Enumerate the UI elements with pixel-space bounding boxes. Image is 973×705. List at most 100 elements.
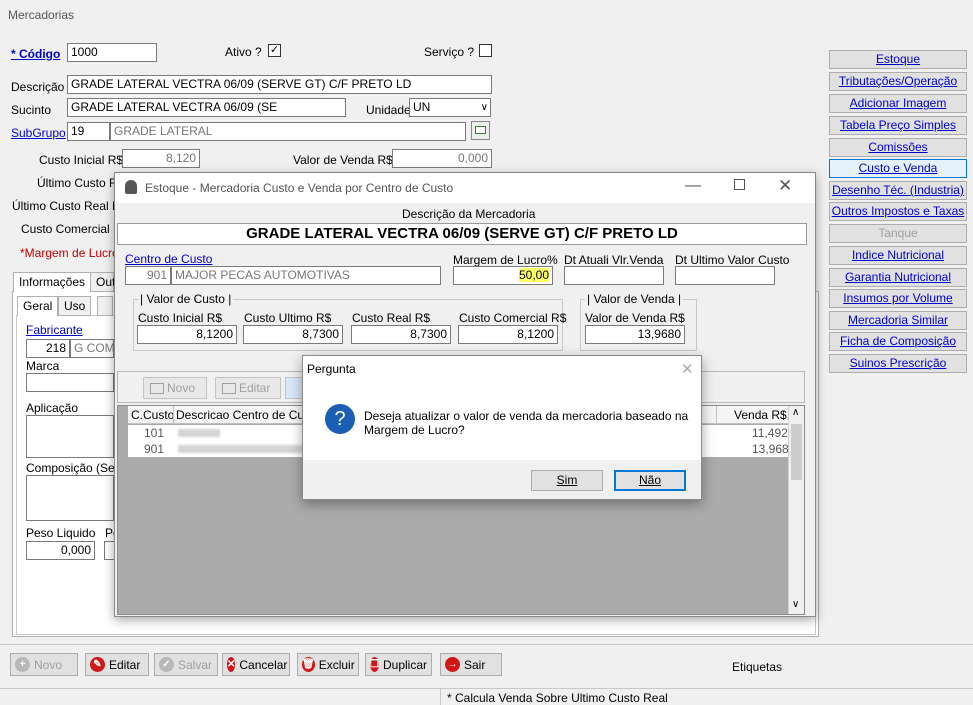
dialog-message-line1: Deseja atualizar o valor de venda da mer… (364, 409, 689, 423)
margem-input[interactable]: 50,00 (453, 266, 553, 285)
right-button-0[interactable]: Estoque (829, 50, 967, 69)
right-button-6[interactable]: Desenho Téc. (Industria) (829, 181, 967, 200)
tab-outros[interactable]: Out (90, 272, 115, 292)
custo-inicial-input[interactable]: 8,1200 (137, 325, 237, 344)
servico-checkbox[interactable] (479, 44, 492, 57)
dialog-close-icon[interactable]: ✕ (681, 360, 694, 378)
toolbar-novo-label: Novo (167, 381, 196, 395)
ultimo-custo-real-label: Último Custo Real R$ (12, 199, 128, 213)
sucinto-input[interactable]: GRADE LATERAL VECTRA 06/09 (SE (67, 98, 346, 117)
custo-inicial-field: 8,120 (122, 149, 200, 168)
centro-custo-label[interactable]: Centro de Custo (125, 252, 212, 266)
unidade-value: UN (413, 100, 431, 114)
custo-inicial-label: Custo Inicial R$ (39, 153, 124, 167)
blurred-description (178, 429, 220, 437)
toolbar-novo-button[interactable]: Novo (143, 377, 207, 399)
fabricante-label[interactable]: Fabricante (26, 323, 83, 337)
vertical-scrollbar[interactable]: ∧ ∨ (788, 406, 804, 614)
grid-header-ccusto[interactable]: C.Custo (131, 408, 174, 422)
custo-real-input[interactable]: 8,7300 (351, 325, 451, 344)
novo-label: Novo (34, 657, 63, 672)
centro-code-field: 901 (125, 266, 171, 285)
codigo-input[interactable]: 1000 (67, 43, 157, 62)
scroll-down-icon[interactable]: ∨ (792, 599, 799, 610)
codigo-label[interactable]: * Código (11, 47, 60, 61)
cancelar-label: Cancelar (239, 657, 288, 672)
plus-icon: + (15, 657, 30, 672)
right-button-1[interactable]: Tributações/Operação (829, 72, 967, 91)
custo-comercial-label: Custo Comercial R$ (21, 222, 129, 236)
tab-informacoes[interactable]: Informações (13, 272, 92, 292)
dt-ultimo-label: Dt Ultimo Valor Custo (675, 253, 790, 267)
sim-button[interactable]: Sim (531, 470, 603, 491)
ativo-checkbox[interactable]: ✓ (268, 44, 281, 57)
person-icon (125, 180, 137, 194)
toolbar-editar-button[interactable]: Editar (215, 377, 281, 399)
sair-button[interactable]: → Sair (440, 653, 502, 676)
right-button-13[interactable]: Ficha de Composição (829, 332, 967, 351)
editar-label: Editar (109, 657, 141, 672)
grid-header-descricao[interactable]: Descricao Centro de Custo (176, 408, 320, 422)
scroll-up-icon[interactable]: ∧ (792, 407, 799, 418)
duplicate-icon: ❐ (370, 657, 379, 672)
minimize-icon[interactable]: — (685, 177, 701, 195)
cancelar-button[interactable]: ✕ Cancelar (222, 653, 290, 676)
right-button-12[interactable]: Mercadoria Similar (829, 311, 967, 330)
right-button-14[interactable]: Suinos Prescrição (829, 354, 967, 373)
custo-comercial-input[interactable]: 8,1200 (458, 325, 558, 344)
descricao-input[interactable]: GRADE LATERAL VECTRA 06/09 (SERVE GT) C/… (67, 75, 492, 94)
right-button-3[interactable]: Tabela Preço Simples (829, 116, 967, 135)
maximize-icon[interactable] (734, 179, 745, 190)
subgrupo-code-input[interactable]: 19 (67, 122, 110, 141)
custo-ultimo-input[interactable]: 8,7300 (243, 325, 343, 344)
marca-input[interactable] (26, 373, 114, 392)
right-button-5[interactable]: Custo e Venda (829, 159, 967, 178)
right-button-10[interactable]: Garantia Nutricional (829, 268, 967, 287)
estoque-title: Estoque - Mercadoria Custo e Venda por C… (145, 181, 454, 195)
peso-liquido-label: Peso Liquido (26, 526, 96, 540)
peso-liquido-input[interactable]: 0,000 (26, 541, 95, 560)
close-icon[interactable]: ✕ (778, 176, 792, 196)
editar-button[interactable]: ✎ Editar (85, 653, 149, 676)
tab-uso[interactable]: Uso (58, 296, 92, 316)
margem-lucro-label: *Margem de Lucro% (20, 246, 130, 260)
valor-venda-label: Valor de Venda R$ (293, 153, 393, 167)
composicao-textarea[interactable] (26, 475, 114, 521)
tab-geral[interactable]: Geral (17, 296, 59, 316)
aplicacao-label: Aplicação (26, 401, 79, 415)
duplicar-button[interactable]: ❐ Duplicar (365, 653, 432, 676)
excluir-button[interactable]: 🗑 Excluir (297, 653, 359, 676)
unidade-select[interactable]: UN ∨ (409, 98, 491, 117)
trash-icon: 🗑 (302, 657, 315, 672)
right-button-9[interactable]: Indice Nutricional (829, 246, 967, 265)
check-icon: ✓ (159, 657, 174, 672)
fabricante-code-input[interactable]: 218 (26, 339, 70, 358)
aplicacao-textarea[interactable] (26, 415, 114, 458)
new-record-icon (150, 382, 164, 394)
subgrupo-lookup-icon[interactable] (471, 121, 490, 140)
etiquetas-label[interactable]: Etiquetas (732, 660, 782, 674)
nao-button[interactable]: Não (614, 470, 686, 491)
scroll-thumb[interactable] (791, 424, 802, 480)
salvar-button[interactable]: ✓ Salvar (154, 653, 218, 676)
right-button-8[interactable]: Tanque (829, 224, 967, 243)
marca-label: Marca (26, 359, 60, 373)
right-button-11[interactable]: Insumos por Volume (829, 289, 967, 308)
excluir-label: Excluir (318, 657, 355, 672)
right-button-4[interactable]: Comissões (829, 138, 967, 157)
grid-header-venda[interactable]: Venda R$ (734, 408, 787, 422)
valor-venda-label: Valor de Venda R$ (585, 311, 685, 325)
margem-value: 50,00 (518, 268, 549, 282)
dt-atual-field (564, 266, 664, 285)
subgrupo-label[interactable]: SubGrupo (11, 126, 66, 140)
row-code: 101 (144, 426, 165, 440)
dt-atual-label: Dt Atuali Vlr.Venda (564, 253, 664, 267)
right-button-7[interactable]: Outros Impostos e Taxas (829, 202, 967, 221)
exit-icon: → (445, 657, 460, 672)
novo-button[interactable]: + Novo (10, 653, 78, 676)
valor-venda-input[interactable]: 13,9680 (585, 325, 685, 344)
window-title: Mercadorias (8, 8, 75, 22)
right-button-2[interactable]: Adicionar Imagem (829, 94, 967, 113)
tab-more[interactable] (97, 296, 113, 316)
ultimo-custo-label: Último Custo R$ (37, 176, 125, 190)
